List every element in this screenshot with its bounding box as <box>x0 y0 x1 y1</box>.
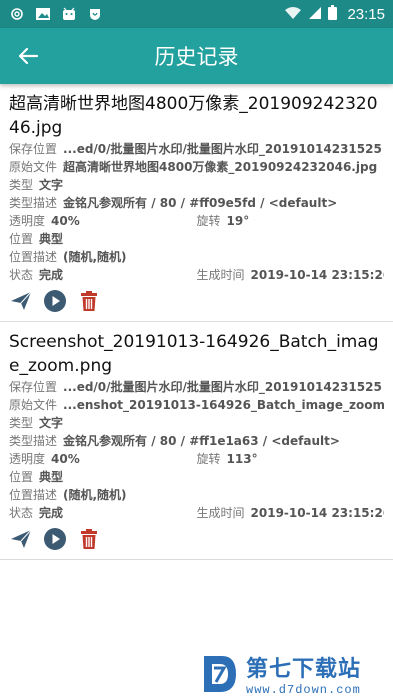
status-label: 状态 <box>9 268 34 282</box>
status-time-row: 状态 完成 生成时间 2019-10-14 23:15:26 <box>9 266 384 284</box>
delete-button[interactable] <box>77 289 101 313</box>
wifi-icon <box>284 5 302 24</box>
type-row: 类型 文字 <box>9 414 384 432</box>
status-label: 状态 <box>9 506 34 520</box>
save-location-label: 保存位置 <box>9 142 58 156</box>
signal-icon <box>308 5 322 24</box>
send-icon <box>11 291 32 310</box>
record-title: 超高清晰世界地图4800万像素_20190924232046.jpg <box>9 94 378 138</box>
type-value: 文字 <box>39 178 64 192</box>
created-time-label: 生成时间 <box>196 268 245 282</box>
type-desc-row: 类型描述 金铭凡参观所有 / 80 / #ff1e1a63 / <default… <box>9 432 384 450</box>
position-label: 位置 <box>9 232 34 246</box>
type-desc-value: 金铭凡参观所有 / 80 / #ff1e1a63 / <default> <box>63 434 340 448</box>
save-location-label: 保存位置 <box>9 380 58 394</box>
play-icon <box>44 290 66 312</box>
position-desc-value: (随机,随机) <box>63 250 127 264</box>
rotation-value: 19° <box>226 214 250 228</box>
type-desc-label: 类型描述 <box>9 196 58 210</box>
status-time: 23:15 <box>347 5 385 23</box>
source-file-label: 原始文件 <box>9 398 58 412</box>
opacity-label: 透明度 <box>9 214 46 228</box>
status-time-row: 状态 完成 生成时间 2019-10-14 23:15:26 <box>9 504 384 522</box>
save-location-row: 保存位置 ...ed/0/批量图片水印/批量图片水印_2019101423152… <box>9 378 384 396</box>
position-row: 位置 典型 <box>9 468 384 486</box>
save-location-row: 保存位置 ...ed/0/批量图片水印/批量图片水印_2019101423152… <box>9 140 384 158</box>
image-icon <box>34 6 52 22</box>
type-label: 类型 <box>9 178 34 192</box>
source-file-label: 原始文件 <box>9 160 58 174</box>
source-file-row: 原始文件 超高清晰世界地图4800万像素_20190924232046.jpg <box>9 158 384 176</box>
android-icon <box>60 6 78 22</box>
opacity-label: 透明度 <box>9 452 46 466</box>
back-button[interactable] <box>0 28 56 84</box>
system-icons: 23:15 <box>284 4 385 24</box>
opacity-rotation-row: 透明度 40% 旋转 113° <box>9 450 384 468</box>
watermark-name: 第七下载站 <box>246 657 362 682</box>
position-row: 位置 典型 <box>9 230 384 248</box>
type-value: 文字 <box>39 416 64 430</box>
rotation-label: 旋转 <box>196 214 221 228</box>
type-label: 类型 <box>9 416 34 430</box>
history-record[interactable]: 超高清晰世界地图4800万像素_20190924232046.jpg 保存位置 … <box>0 84 393 322</box>
status-bar: 23:15 <box>0 0 393 28</box>
rotation-value: 113° <box>226 452 258 466</box>
shield-icon <box>86 6 104 22</box>
source-file-row: 原始文件 ...enshot_20191013-164926_Batch_ima… <box>9 396 384 414</box>
battery-icon <box>328 4 338 24</box>
position-value: 典型 <box>39 470 64 484</box>
notification-icons <box>8 6 104 22</box>
record-title: Screenshot_20191013-164926_Batch_image_z… <box>9 332 379 376</box>
opacity-rotation-row: 透明度 40% 旋转 19° <box>9 212 384 230</box>
play-icon <box>44 528 66 550</box>
position-desc-label: 位置描述 <box>9 488 58 502</box>
page-title: 历史记录 <box>154 45 239 69</box>
status-value: 完成 <box>39 268 64 282</box>
share-button[interactable] <box>9 289 33 313</box>
position-desc-row: 位置描述 (随机,随机) <box>9 486 384 504</box>
source-file-value: 超高清晰世界地图4800万像素_20190924232046.jpg <box>63 160 378 174</box>
send-icon <box>11 529 32 548</box>
swirl-icon <box>8 6 26 22</box>
trash-icon <box>81 529 97 549</box>
position-value: 典型 <box>39 232 64 246</box>
record-actions <box>9 288 384 314</box>
app-bar: 历史记录 <box>0 28 393 84</box>
site-watermark: 第七下载站 www.d7down.com <box>200 650 390 698</box>
play-button[interactable] <box>43 527 67 551</box>
status-value: 完成 <box>39 506 64 520</box>
created-time-value: 2019-10-14 23:15:26 <box>250 506 384 520</box>
watermark-logo-icon <box>204 656 236 692</box>
position-label: 位置 <box>9 470 34 484</box>
position-desc-value: (随机,随机) <box>63 488 127 502</box>
type-desc-label: 类型描述 <box>9 434 58 448</box>
position-desc-label: 位置描述 <box>9 250 58 264</box>
arrow-left-icon <box>18 47 39 65</box>
record-actions <box>9 526 384 552</box>
position-desc-row: 位置描述 (随机,随机) <box>9 248 384 266</box>
delete-button[interactable] <box>77 527 101 551</box>
save-location-value: ...ed/0/批量图片水印/批量图片水印_20191014231525 <box>63 142 382 156</box>
type-desc-value: 金铭凡参观所有 / 80 / #ff09e5fd / <default> <box>63 196 338 210</box>
created-time-label: 生成时间 <box>196 506 245 520</box>
play-button[interactable] <box>43 289 67 313</box>
history-record[interactable]: Screenshot_20191013-164926_Batch_image_z… <box>0 322 393 560</box>
save-location-value: ...ed/0/批量图片水印/批量图片水印_20191014231525 <box>63 380 382 394</box>
watermark-url: www.d7down.com <box>246 683 361 697</box>
trash-icon <box>81 291 97 311</box>
history-list: 超高清晰世界地图4800万像素_20190924232046.jpg 保存位置 … <box>0 84 393 560</box>
rotation-label: 旋转 <box>196 452 221 466</box>
share-button[interactable] <box>9 527 33 551</box>
type-row: 类型 文字 <box>9 176 384 194</box>
type-desc-row: 类型描述 金铭凡参观所有 / 80 / #ff09e5fd / <default… <box>9 194 384 212</box>
opacity-value: 40% <box>51 214 80 228</box>
created-time-value: 2019-10-14 23:15:26 <box>250 268 384 282</box>
source-file-value: ...enshot_20191013-164926_Batch_image_zo… <box>63 398 384 412</box>
opacity-value: 40% <box>51 452 80 466</box>
